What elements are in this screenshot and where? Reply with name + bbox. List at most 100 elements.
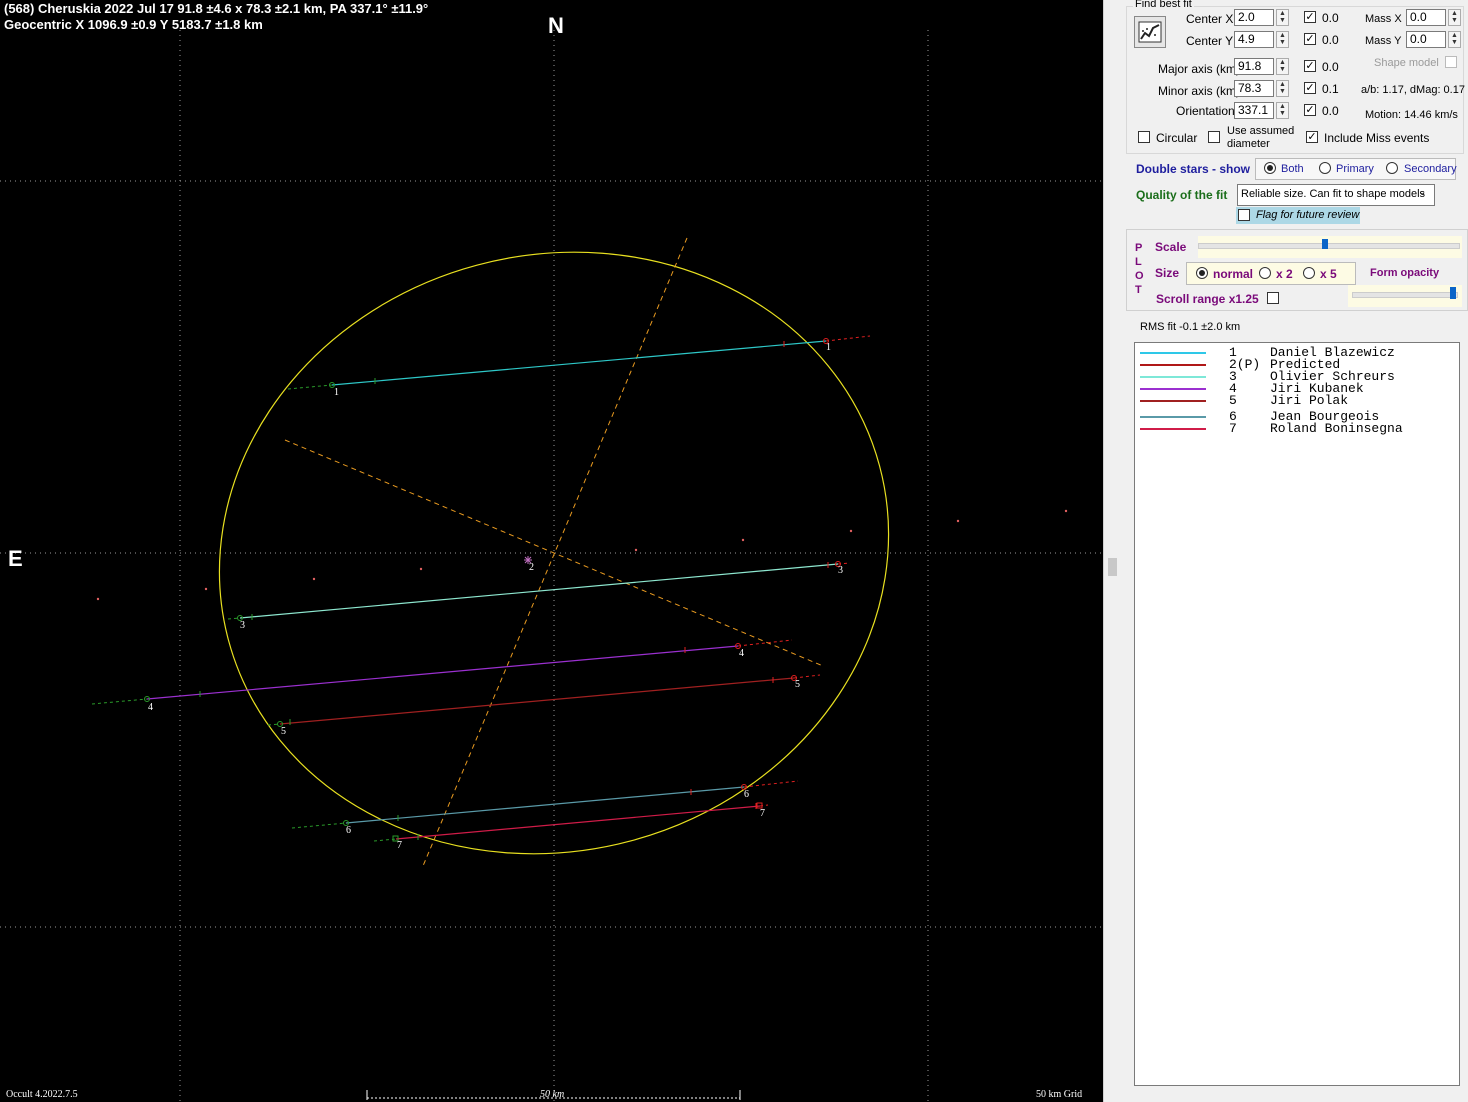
- orientation-label: Orientation: [1176, 104, 1235, 118]
- center-x-input[interactable]: 2.0: [1234, 9, 1274, 26]
- chord-4: [91, 639, 793, 705]
- quality-of-fit-label: Quality of the fit: [1136, 188, 1228, 202]
- minor-axis-check-value: 0.1: [1322, 82, 1339, 96]
- flag-review-checkbox[interactable]: [1238, 209, 1250, 221]
- form-opacity-slider[interactable]: [1348, 285, 1462, 307]
- scroll-range-label: Scroll range x1.25: [1156, 292, 1259, 306]
- include-miss-events-checkbox[interactable]: ✓: [1306, 131, 1318, 143]
- center-x-check-value: 0.0: [1322, 11, 1339, 25]
- scale-slider-track: [1198, 243, 1460, 249]
- size-x5-radio[interactable]: [1303, 267, 1315, 279]
- chord-label-3: 3: [838, 565, 843, 576]
- occultation-plot[interactable]: 1 1 2 3 3 4 4 5 5 6 6 7 7 (568) Cheruski…: [0, 0, 1103, 1102]
- major-axis-spinner[interactable]: ▲ ▼: [1276, 58, 1289, 75]
- orientation-input[interactable]: 337.1: [1234, 102, 1274, 119]
- scale-slider-thumb[interactable]: [1322, 239, 1328, 249]
- chord-1: [287, 335, 871, 390]
- chord-6: [291, 780, 799, 829]
- plot-letter-t: T: [1135, 284, 1142, 296]
- chord-3: [227, 561, 851, 621]
- scale-slider[interactable]: [1198, 236, 1462, 258]
- fit-chart-icon: [1138, 21, 1162, 43]
- chord-7: [373, 802, 769, 842]
- minor-axis-checkbox[interactable]: ✓: [1304, 82, 1316, 94]
- north-label: N: [548, 13, 564, 38]
- chord-label-4: 4: [148, 702, 153, 713]
- form-opacity-track: [1352, 292, 1458, 298]
- shape-model-checkbox[interactable]: [1445, 56, 1457, 68]
- plot-title-line1: (568) Cheruskia 2022 Jul 17 91.8 ±4.6 x …: [4, 1, 429, 16]
- east-label: E: [8, 546, 23, 571]
- mass-y-input[interactable]: 0.0: [1406, 31, 1446, 48]
- fit-control-panel: Find best fit Center X 2.0 ▲ ▼ ✓ 0.0 Mass…: [1120, 0, 1468, 1102]
- chord-label-3: 3: [240, 620, 245, 631]
- plot-letter-l: L: [1135, 256, 1142, 268]
- mass-x-spinner[interactable]: ▲ ▼: [1448, 9, 1461, 26]
- scroll-range-checkbox[interactable]: [1267, 292, 1279, 304]
- plot-letter-p: P: [1135, 242, 1143, 254]
- center-y-checkbox[interactable]: ✓: [1304, 33, 1316, 45]
- minor-axis-input[interactable]: 78.3: [1234, 80, 1274, 97]
- double-both-radio[interactable]: [1264, 162, 1276, 174]
- mass-x-input[interactable]: 0.0: [1406, 9, 1446, 26]
- legend-row: 5 Jiri Polak: [1135, 393, 1457, 408]
- shape-model-label: Shape model: [1374, 57, 1439, 69]
- center-y-check-value: 0.0: [1322, 33, 1339, 47]
- size-normal-radio[interactable]: [1196, 267, 1208, 279]
- plot-title-line2: Geocentric X 1096.9 ±0.9 Y 5183.7 ±1.8 k…: [4, 17, 263, 32]
- legend-color-line: [1140, 352, 1206, 354]
- plot-canvas: 1 1 2 3 3 4 4 5 5 6 6 7 7: [0, 30, 1103, 1102]
- chord-label-7: 7: [397, 840, 402, 851]
- version-label: Occult 4.2022.7.5: [6, 1089, 78, 1100]
- double-secondary-radio[interactable]: [1386, 162, 1398, 174]
- chord-label-5: 5: [795, 679, 800, 690]
- chord-label-2: 2: [529, 562, 534, 573]
- chevron-down-icon: ⌄: [1418, 187, 1427, 198]
- find-best-fit-label: Find best fit: [1133, 0, 1194, 10]
- major-axis-check-value: 0.0: [1322, 60, 1339, 74]
- mass-y-label: Mass Y: [1365, 35, 1402, 47]
- double-primary-radio[interactable]: [1319, 162, 1331, 174]
- orientation-spinner[interactable]: ▲ ▼: [1276, 102, 1289, 119]
- observer-legend: 1 Daniel Blazewicz 2(P) Predicted 3 Olivier S…: [1134, 342, 1460, 1086]
- legend-number: 7: [1229, 421, 1237, 436]
- chord-label-6: 6: [346, 825, 351, 836]
- circular-checkbox[interactable]: [1138, 131, 1150, 143]
- center-x-label: Center X: [1186, 12, 1234, 26]
- center-x-checkbox[interactable]: ✓: [1304, 11, 1316, 23]
- major-axis-input[interactable]: 91.8: [1234, 58, 1274, 75]
- size-x2-radio[interactable]: [1259, 267, 1271, 279]
- double-both-label: Both: [1281, 163, 1304, 175]
- orientation-checkbox[interactable]: ✓: [1304, 104, 1316, 116]
- double-secondary-label: Secondary: [1404, 163, 1457, 175]
- splitter-thumb[interactable]: [1108, 558, 1117, 576]
- use-assumed-diameter-checkbox[interactable]: [1208, 131, 1220, 143]
- chord-label-7: 7: [760, 808, 765, 819]
- circular-label: Circular: [1156, 131, 1198, 145]
- find-best-fit-button[interactable]: [1134, 16, 1166, 48]
- quality-of-fit-select[interactable]: Reliable size. Can fit to shape models ⌄: [1237, 184, 1435, 206]
- double-stars-label: Double stars - show: [1136, 162, 1251, 176]
- center-y-spinner[interactable]: ▲ ▼: [1276, 31, 1289, 48]
- center-y-input[interactable]: 4.9: [1234, 31, 1274, 48]
- mass-y-spinner[interactable]: ▲ ▼: [1448, 31, 1461, 48]
- panel-splitter[interactable]: [1103, 0, 1121, 1102]
- legend-color-line: [1140, 400, 1206, 402]
- minor-axis-spinner[interactable]: ▲ ▼: [1276, 80, 1289, 97]
- scale-label: Scale: [1155, 240, 1187, 254]
- legend-color-line: [1140, 416, 1206, 418]
- rms-fit-label: RMS fit -0.1 ±2.0 km: [1140, 321, 1241, 333]
- center-x-spinner[interactable]: ▲ ▼: [1276, 9, 1289, 26]
- use-assumed-label-1: Use assumed: [1227, 125, 1295, 137]
- grid-lines: [0, 30, 1103, 1102]
- legend-color-line: [1140, 428, 1206, 430]
- size-label: Size: [1155, 266, 1180, 280]
- plot-letter-o: O: [1135, 270, 1144, 282]
- major-axis-label: Major axis (km): [1158, 62, 1241, 76]
- chord-label-1: 1: [826, 342, 831, 353]
- minor-axis-label: Minor axis (km): [1158, 84, 1241, 98]
- major-axis-checkbox[interactable]: ✓: [1304, 60, 1316, 72]
- chord-label-4: 4: [739, 648, 744, 659]
- size-x5-label: x 5: [1320, 267, 1337, 281]
- form-opacity-thumb[interactable]: [1450, 287, 1456, 299]
